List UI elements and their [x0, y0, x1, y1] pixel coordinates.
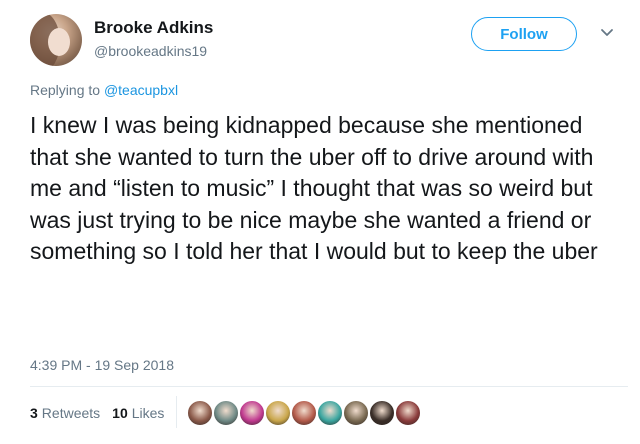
liker-avatar-7[interactable] — [343, 400, 369, 426]
liker-avatar-1[interactable] — [187, 400, 213, 426]
liker-avatar-9[interactable] — [395, 400, 421, 426]
likes-stat[interactable]: 10 Likes — [112, 405, 164, 421]
tweet-header: Brooke Adkins @brookeadkins19 Follow — [28, 10, 628, 70]
liker-avatar-6[interactable] — [317, 400, 343, 426]
reply-mention-link[interactable]: @teacupbxl — [104, 82, 178, 98]
liker-avatar-4[interactable] — [265, 400, 291, 426]
replying-to-label: Replying to — [30, 82, 101, 98]
retweets-count: 3 — [30, 405, 38, 421]
liker-avatar-5[interactable] — [291, 400, 317, 426]
retweets-label: Retweets — [41, 405, 101, 421]
retweets-stat[interactable]: 3 Retweets — [30, 405, 100, 421]
liker-avatar-8[interactable] — [369, 400, 395, 426]
user-handle[interactable]: @brookeadkins19 — [94, 43, 207, 59]
liker-avatar-3[interactable] — [239, 400, 265, 426]
chevron-down-icon[interactable] — [598, 24, 616, 42]
divider — [30, 386, 628, 387]
tweet-text: I knew I was being kidnapped because she… — [30, 112, 598, 264]
display-name[interactable]: Brooke Adkins — [94, 18, 213, 38]
replying-to: Replying to @teacupbxl — [30, 82, 178, 98]
stats-divider — [176, 396, 177, 428]
likes-count: 10 — [112, 405, 128, 421]
tweet-card: Brooke Adkins @brookeadkins19 Follow Rep… — [0, 0, 640, 444]
tweet-stats: 3 Retweets 10 Likes — [30, 403, 176, 423]
liker-avatar-2[interactable] — [213, 400, 239, 426]
likes-label: Likes — [131, 405, 165, 421]
follow-button[interactable]: Follow — [471, 17, 577, 51]
tweet-timestamp[interactable]: 4:39 PM - 19 Sep 2018 — [30, 357, 174, 373]
user-avatar[interactable] — [30, 14, 82, 66]
